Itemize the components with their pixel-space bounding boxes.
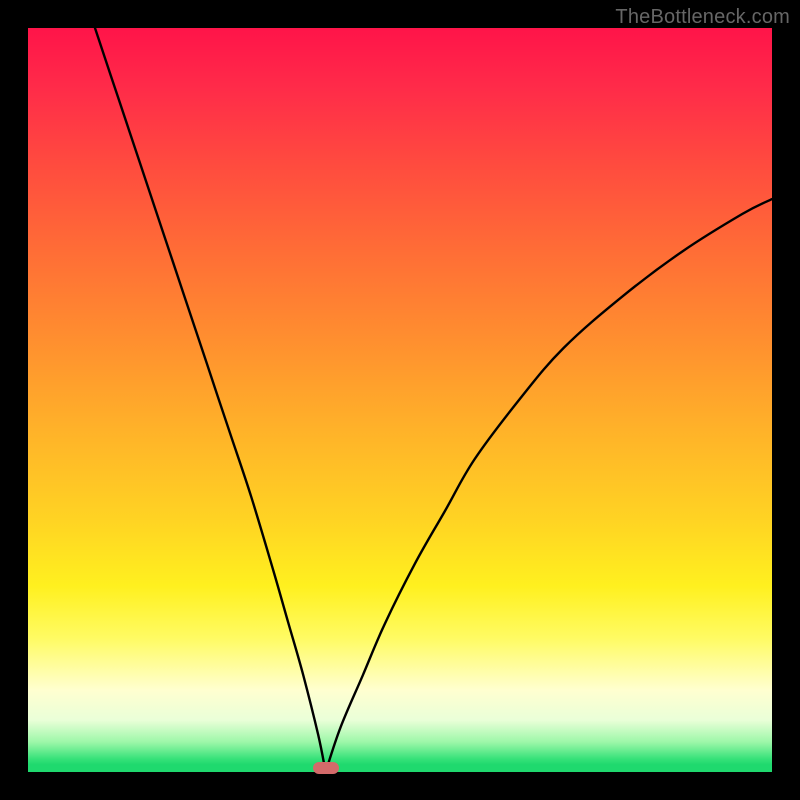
curve-left-branch <box>95 28 326 772</box>
curve-right-branch <box>326 199 772 772</box>
watermark-text: TheBottleneck.com <box>615 6 790 29</box>
bottleneck-curve <box>28 28 772 772</box>
chart-frame: TheBottleneck.com <box>0 0 800 800</box>
plot-area <box>28 28 772 772</box>
minimum-marker <box>313 762 339 774</box>
